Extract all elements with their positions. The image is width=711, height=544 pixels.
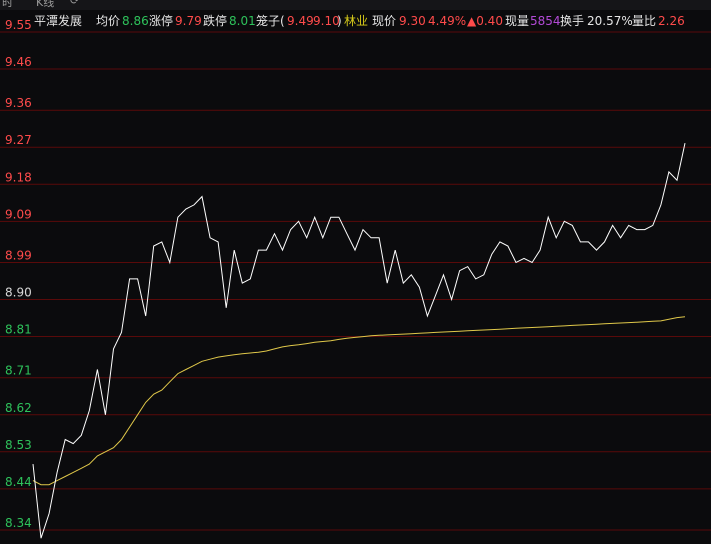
y-tick-label: 9.27 xyxy=(5,133,32,147)
y-tick-label: 9.55 xyxy=(5,18,32,32)
intraday-chart[interactable]: 9.55 9.46 9.36 9.27 9.18 9.09 8.99 8.90 8.81 8.71… xyxy=(0,0,711,544)
gridlines xyxy=(0,31,711,531)
price-line xyxy=(32,142,686,539)
y-tick-label: 9.36 xyxy=(5,96,32,110)
y-tick-label: 8.62 xyxy=(5,401,32,415)
y-tick-label: 8.81 xyxy=(5,323,32,337)
y-tick-label: 8.53 xyxy=(5,438,32,452)
y-tick-label: 9.18 xyxy=(5,170,32,184)
y-tick-label: 8.71 xyxy=(5,364,32,378)
y-axis-labels: 9.55 9.46 9.36 9.27 9.18 9.09 8.99 8.90 8.81 8.71… xyxy=(5,18,32,530)
y-tick-label: 8.44 xyxy=(5,475,32,489)
avg-price-line xyxy=(32,316,686,486)
y-tick-label: 8.90 xyxy=(5,286,32,300)
y-tick-label: 9.09 xyxy=(5,207,32,221)
y-tick-label: 8.99 xyxy=(5,248,32,262)
y-tick-label: 9.46 xyxy=(5,55,32,69)
y-tick-label: 8.34 xyxy=(5,516,32,530)
